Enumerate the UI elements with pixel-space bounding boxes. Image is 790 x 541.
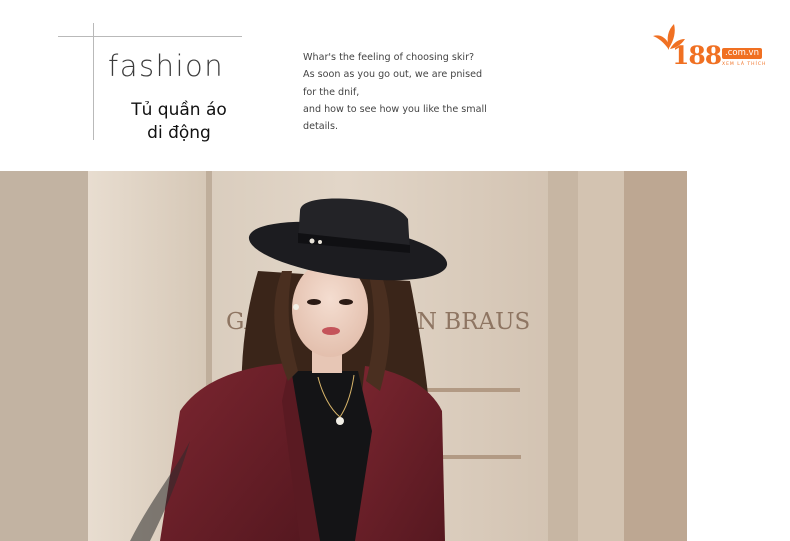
subtitle-line-2: di động <box>147 123 211 143</box>
page-subtitle: Tủ quần áo di động <box>118 99 240 145</box>
description-text: Whar's the feeling of choosing skir? As … <box>303 49 513 135</box>
brand-word: fashion <box>108 49 225 83</box>
site-logo[interactable]: 188 .com.vn XEM LÀ THÍCH <box>652 22 776 72</box>
description-line-3: for the dnif, <box>303 86 360 98</box>
logo-slogan: XEM LÀ THÍCH <box>722 62 767 67</box>
header-vertical-rule <box>93 23 94 140</box>
header-horizontal-rule <box>58 36 242 37</box>
fashion-photo: GA ON BRAUS <box>0 171 687 541</box>
subtitle-line-1: Tủ quần áo <box>131 100 227 120</box>
description-line-1: Whar's the feeling of choosing skir? <box>303 52 475 63</box>
description-line-5: details. <box>303 121 339 133</box>
logo-number: 188 <box>672 41 722 70</box>
logo-domain: .com.vn <box>722 48 762 60</box>
description-line-4: and how to see how you like the small <box>303 103 487 115</box>
description-line-2: As soon as you go out, we are pnised <box>303 69 483 81</box>
